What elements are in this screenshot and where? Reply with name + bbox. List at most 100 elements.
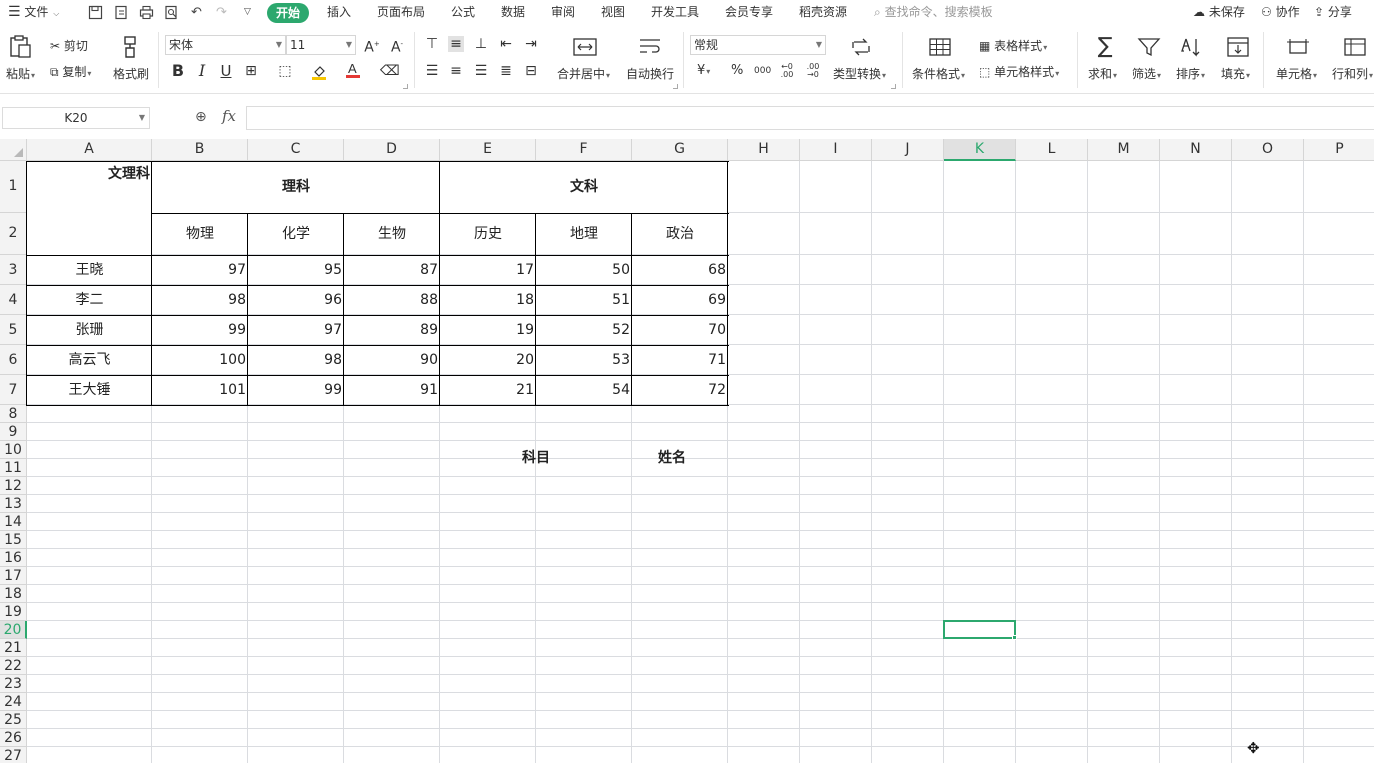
grid-cell[interactable] bbox=[1016, 375, 1088, 405]
grid-cell[interactable] bbox=[1088, 567, 1160, 585]
grid-cell[interactable] bbox=[728, 639, 800, 657]
score-cell[interactable]: 99 bbox=[248, 375, 344, 405]
grid-cell[interactable] bbox=[944, 213, 1016, 255]
grid-cell[interactable] bbox=[632, 477, 728, 495]
grid-cell[interactable] bbox=[1304, 345, 1374, 375]
grid-cell[interactable] bbox=[1232, 657, 1304, 675]
score-cell[interactable]: 69 bbox=[632, 285, 728, 315]
grid-cell[interactable] bbox=[27, 585, 152, 603]
column-header-e[interactable]: E bbox=[440, 139, 536, 161]
grid-cell[interactable] bbox=[1016, 729, 1088, 747]
grid-cell[interactable] bbox=[1160, 675, 1232, 693]
grid-cell[interactable] bbox=[728, 621, 800, 639]
score-cell[interactable]: 101 bbox=[152, 375, 248, 405]
alignment-dialog-launcher[interactable] bbox=[673, 84, 678, 89]
grid-cell[interactable] bbox=[152, 585, 248, 603]
column-header-g[interactable]: G bbox=[632, 139, 728, 161]
header-corner-cell[interactable]: 文理科 bbox=[27, 161, 152, 187]
grid-cell[interactable] bbox=[440, 657, 536, 675]
score-cell[interactable]: 19 bbox=[440, 315, 536, 345]
grid-cell[interactable] bbox=[248, 459, 344, 477]
row-header-3[interactable]: 3 bbox=[0, 255, 27, 285]
grid-cell[interactable] bbox=[1160, 161, 1232, 213]
grid-cell[interactable] bbox=[872, 513, 944, 531]
fill-pattern-icon[interactable]: ⬚ bbox=[277, 63, 293, 79]
grid-cell[interactable] bbox=[1016, 639, 1088, 657]
grid-cell[interactable] bbox=[944, 315, 1016, 345]
grid-cell[interactable] bbox=[800, 285, 872, 315]
grid-cell[interactable] bbox=[1160, 255, 1232, 285]
grid-cell[interactable] bbox=[944, 531, 1016, 549]
grid-cell[interactable] bbox=[1160, 603, 1232, 621]
grid-cell[interactable] bbox=[632, 585, 728, 603]
grid-cell[interactable] bbox=[1088, 315, 1160, 345]
grid-cell[interactable] bbox=[1016, 513, 1088, 531]
grid-cell[interactable] bbox=[1232, 567, 1304, 585]
decrease-decimal-icon[interactable]: .00 →0 bbox=[805, 63, 821, 79]
score-cell[interactable]: 53 bbox=[536, 345, 632, 375]
grid-cell[interactable] bbox=[440, 531, 536, 549]
grid-cell[interactable] bbox=[728, 285, 800, 315]
grid-cell[interactable] bbox=[1232, 477, 1304, 495]
column-header-a[interactable]: A bbox=[27, 139, 152, 161]
grid-cell[interactable] bbox=[248, 747, 344, 763]
grid-cell[interactable] bbox=[728, 729, 800, 747]
grid-cell[interactable] bbox=[1016, 747, 1088, 763]
score-cell[interactable]: 100 bbox=[152, 345, 248, 375]
row-header-11[interactable]: 11 bbox=[0, 459, 27, 477]
score-cell[interactable]: 17 bbox=[440, 255, 536, 285]
selected-cell-k20[interactable] bbox=[943, 620, 1016, 639]
grid-cell[interactable] bbox=[440, 495, 536, 513]
score-cell[interactable]: 98 bbox=[152, 285, 248, 315]
grid-cell[interactable] bbox=[1160, 441, 1232, 459]
fill-button[interactable]: 填充▾ bbox=[1221, 65, 1250, 82]
justify-icon[interactable]: ≣ bbox=[498, 63, 514, 79]
grid-cell[interactable] bbox=[1160, 315, 1232, 345]
column-header-f[interactable]: F bbox=[536, 139, 632, 161]
grid-cell[interactable] bbox=[1160, 531, 1232, 549]
column-header-d[interactable]: D bbox=[344, 139, 440, 161]
grid-cell[interactable] bbox=[1160, 639, 1232, 657]
grid-cell[interactable] bbox=[872, 711, 944, 729]
row-header-2[interactable]: 2 bbox=[0, 213, 27, 255]
score-cell[interactable]: 91 bbox=[344, 375, 440, 405]
grid-cell[interactable] bbox=[1088, 441, 1160, 459]
grid-cell[interactable] bbox=[1232, 747, 1304, 763]
grid-cell[interactable] bbox=[728, 423, 800, 441]
grid-cell[interactable] bbox=[944, 657, 1016, 675]
fill-color-icon[interactable] bbox=[311, 63, 327, 80]
grid-cell[interactable] bbox=[1160, 375, 1232, 405]
grid-cell[interactable] bbox=[344, 639, 440, 657]
grid-cell[interactable] bbox=[1160, 405, 1232, 423]
grid-cell[interactable] bbox=[1016, 459, 1088, 477]
grid-cell[interactable] bbox=[1016, 531, 1088, 549]
grid-cell[interactable] bbox=[27, 639, 152, 657]
grid-cell[interactable] bbox=[872, 603, 944, 621]
paste-button[interactable]: 粘贴▾ bbox=[6, 65, 35, 82]
grid-cell[interactable] bbox=[1160, 729, 1232, 747]
grid-cell[interactable] bbox=[248, 495, 344, 513]
grid-cell[interactable] bbox=[248, 693, 344, 711]
header-arts[interactable]: 文科 bbox=[440, 161, 728, 213]
grid-cell[interactable] bbox=[944, 675, 1016, 693]
grid-cell[interactable] bbox=[944, 513, 1016, 531]
row-header-17[interactable]: 17 bbox=[0, 567, 27, 585]
grid-cell[interactable] bbox=[440, 747, 536, 763]
grid-cell[interactable] bbox=[344, 621, 440, 639]
grid-cell[interactable] bbox=[632, 531, 728, 549]
row-header-25[interactable]: 25 bbox=[0, 711, 27, 729]
grid-cell[interactable] bbox=[344, 675, 440, 693]
grid-cell[interactable] bbox=[1160, 213, 1232, 255]
grid-cell[interactable] bbox=[440, 423, 536, 441]
grid-cell[interactable] bbox=[1232, 711, 1304, 729]
column-header-h[interactable]: H bbox=[728, 139, 800, 161]
grid-cell[interactable] bbox=[1232, 161, 1304, 213]
grid-cell[interactable] bbox=[440, 549, 536, 567]
currency-button[interactable]: ¥▾ bbox=[697, 63, 710, 78]
grid-cell[interactable] bbox=[800, 621, 872, 639]
grid-cell[interactable] bbox=[440, 585, 536, 603]
row-header-5[interactable]: 5 bbox=[0, 315, 27, 345]
cell-style-button[interactable]: ⬚ 单元格样式▾ bbox=[979, 63, 1059, 80]
row-header-22[interactable]: 22 bbox=[0, 657, 27, 675]
print-icon[interactable] bbox=[139, 5, 154, 20]
